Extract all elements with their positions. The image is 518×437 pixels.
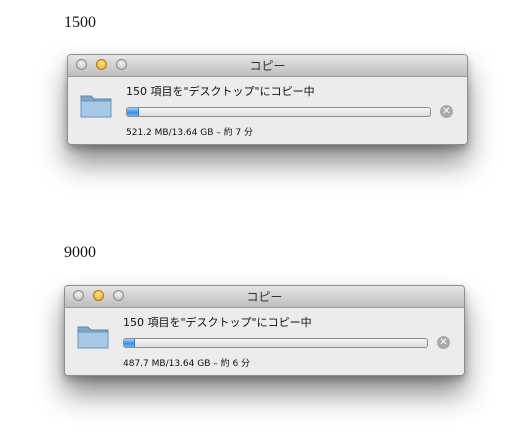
progress-bar: [126, 107, 431, 117]
folder-icon: [80, 92, 112, 118]
copy-dialog-1: コピー 150 項目を"デスクトップ"にコピー中 ✕ 521.2 MB/13.6…: [67, 54, 468, 145]
heading-1500: 1500: [64, 14, 96, 31]
window-title: コピー: [249, 59, 286, 73]
heading-9000: 9000: [64, 244, 96, 261]
progress-fill: [127, 108, 139, 116]
window-title: コピー: [246, 290, 283, 304]
status-text: 521.2 MB/13.64 GB – 約 7 分: [126, 128, 254, 138]
title-bar[interactable]: コピー: [65, 286, 464, 308]
title-bar[interactable]: コピー: [68, 55, 467, 77]
cancel-icon[interactable]: ✕: [440, 105, 453, 118]
progress-bar: [123, 338, 428, 348]
copy-message: 150 項目を"デスクトップ"にコピー中: [123, 316, 312, 329]
status-text: 487.7 MB/13.64 GB – 約 6 分: [123, 359, 251, 369]
copy-message: 150 項目を"デスクトップ"にコピー中: [126, 85, 315, 98]
progress-fill: [124, 339, 135, 347]
folder-icon: [77, 323, 109, 349]
cancel-icon[interactable]: ✕: [437, 336, 450, 349]
copy-dialog-2: コピー 150 項目を"デスクトップ"にコピー中 ✕ 487.7 MB/13.6…: [64, 285, 465, 376]
